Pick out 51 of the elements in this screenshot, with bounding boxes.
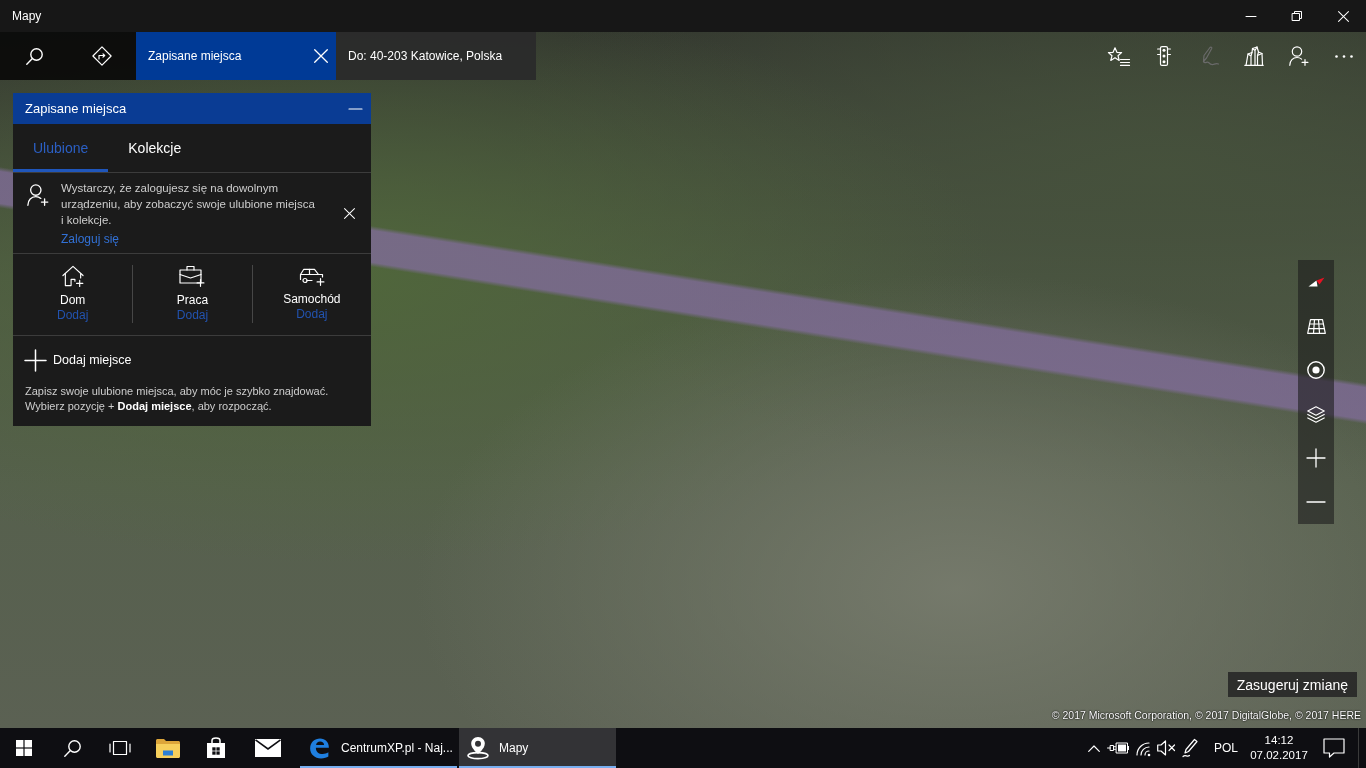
battery-plug-icon	[1107, 742, 1129, 754]
close-icon	[1337, 10, 1349, 22]
map-pin-icon	[466, 736, 490, 760]
shortcut-label: Samochód	[283, 292, 341, 307]
restore-icon	[1292, 11, 1302, 21]
task-view-icon	[109, 740, 131, 756]
shopping-bag-icon	[206, 737, 226, 759]
search-button[interactable]	[0, 32, 68, 80]
layers-icon	[1307, 405, 1325, 423]
plus-icon	[1307, 449, 1325, 467]
close-icon	[314, 49, 328, 63]
windows-logo-icon	[16, 740, 32, 756]
pen-icon	[1182, 738, 1200, 758]
envelope-icon	[255, 739, 281, 757]
hint-text: Zapisz swoje ulubione miejsca, aby móc je szybko znajdować. Wybierz pozycję + Dodaj miejsce, aby rozpocząć.	[24, 384, 330, 414]
add-place-button[interactable]: Dodaj miejsce	[25, 349, 132, 371]
panel-tab[interactable]: Kolekcje	[108, 124, 202, 172]
language-button[interactable]: POL	[1204, 728, 1248, 768]
sign-in-link[interactable]: Zaloguj się	[61, 231, 120, 247]
plus-icon	[25, 349, 46, 371]
house-plus-icon	[60, 265, 85, 287]
minus-icon	[1307, 501, 1325, 503]
chevron-up-icon	[1088, 744, 1100, 752]
minimize-icon	[1246, 15, 1256, 17]
minimize-icon	[348, 107, 362, 110]
target-icon	[1307, 361, 1325, 379]
maps-app-button[interactable]: Mapy	[459, 728, 616, 768]
wifi-icon	[1133, 739, 1151, 757]
suggest-change-button[interactable]: Zasugeruj zmianę	[1227, 672, 1357, 697]
shortcut-label: Praca	[176, 293, 209, 308]
directions-button[interactable]	[68, 32, 136, 80]
grid-icon	[1306, 318, 1326, 334]
directions-icon	[92, 46, 112, 66]
search-icon	[25, 47, 43, 65]
toolbar-tab[interactable]: Zapisane miejsca	[136, 32, 336, 80]
person-add-icon	[27, 184, 49, 206]
window-title: Mapy	[11, 9, 43, 23]
close-icon	[343, 208, 355, 219]
edge-app-button[interactable]: CentrumXP.pl - Naj...	[300, 728, 457, 768]
copyright-text: © 2017 Microsoft Corporation, © 2017 DigitalGlobe, © 2017 HERE	[1051, 709, 1361, 722]
compass-icon	[1307, 277, 1325, 287]
folder-icon	[156, 738, 180, 758]
search-icon	[63, 739, 81, 757]
sign-in-message: Wystarczy, że zalogujesz się na dowolnym urządzeniu, aby zobaczyć swoje ulubione miejsca i kolekcje.	[61, 181, 316, 228]
panel-title: Zapisane miejsca	[25, 101, 127, 116]
clock-button[interactable]: 14:12 07.02.2017	[1248, 728, 1310, 768]
speech-bubble-icon	[1323, 738, 1345, 758]
speaker-muted-icon	[1156, 740, 1176, 756]
shortcut-label: Dom	[60, 293, 86, 308]
briefcase-plus-icon	[179, 265, 206, 287]
toolbar-tab[interactable]: Do: 40-203 Katowice, Polska	[336, 32, 536, 80]
